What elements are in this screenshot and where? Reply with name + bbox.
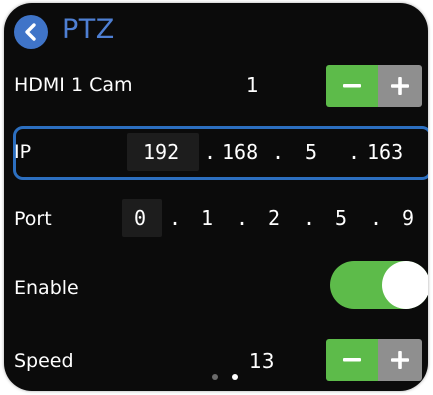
ip-separator: . [204,140,217,164]
enable-toggle[interactable] [330,261,428,309]
port-separator: . [169,206,182,230]
hdmi-cam-decrement-button[interactable] [326,65,378,107]
port-digit-2[interactable]: 1 [201,206,213,230]
hdmi-cam-value: 1 [246,73,259,97]
speed-stepper [326,339,422,381]
speed-value: 13 [249,349,275,373]
toggle-knob [382,261,428,309]
port-digit-5[interactable]: 9 [402,206,414,230]
hdmi-cam-stepper [326,65,422,107]
ip-octet-1: 192 [143,140,180,164]
port-separator: . [236,206,249,230]
ip-separator: . [348,140,361,164]
page-indicator-dot-active [232,374,238,380]
speed-label: Speed [14,350,74,372]
port-separator: . [303,206,316,230]
port-label: Port [14,208,52,230]
port-digit-4[interactable]: 5 [335,206,347,230]
back-button[interactable] [14,15,48,49]
hdmi-cam-label: HDMI 1 Cam [14,74,133,96]
port-separator: . [370,206,383,230]
speed-increment-button[interactable] [378,339,422,381]
ip-octet-2[interactable]: 168 [222,140,258,164]
speed-decrement-button[interactable] [326,339,378,381]
ip-label: IP [14,141,32,163]
enable-label: Enable [14,277,79,299]
ip-row: IP 192 . 168 . 5 . 163 [4,124,428,180]
chevron-left-icon [25,23,36,41]
hdmi-cam-increment-button[interactable] [378,65,422,107]
page-indicator-dot [212,374,218,380]
plus-icon [391,351,409,369]
minus-icon [343,358,361,362]
plus-icon [391,77,409,95]
page-title: PTZ [62,14,115,45]
ip-octet-3[interactable]: 5 [305,140,317,164]
port-row: Port 0 . 1 . 2 . 5 . 9 [4,191,428,247]
port-digit-3[interactable]: 2 [268,206,280,230]
ip-octet-4[interactable]: 163 [367,140,403,164]
hdmi-cam-row: HDMI 1 Cam 1 [4,58,428,114]
ip-separator: . [272,140,285,164]
minus-icon [343,84,361,88]
header: PTZ [4,3,428,49]
ptz-screen: PTZ HDMI 1 Cam 1 IP 192 . 168 . 5 . 163 … [4,3,428,391]
port-digit-1: 0 [134,206,147,230]
